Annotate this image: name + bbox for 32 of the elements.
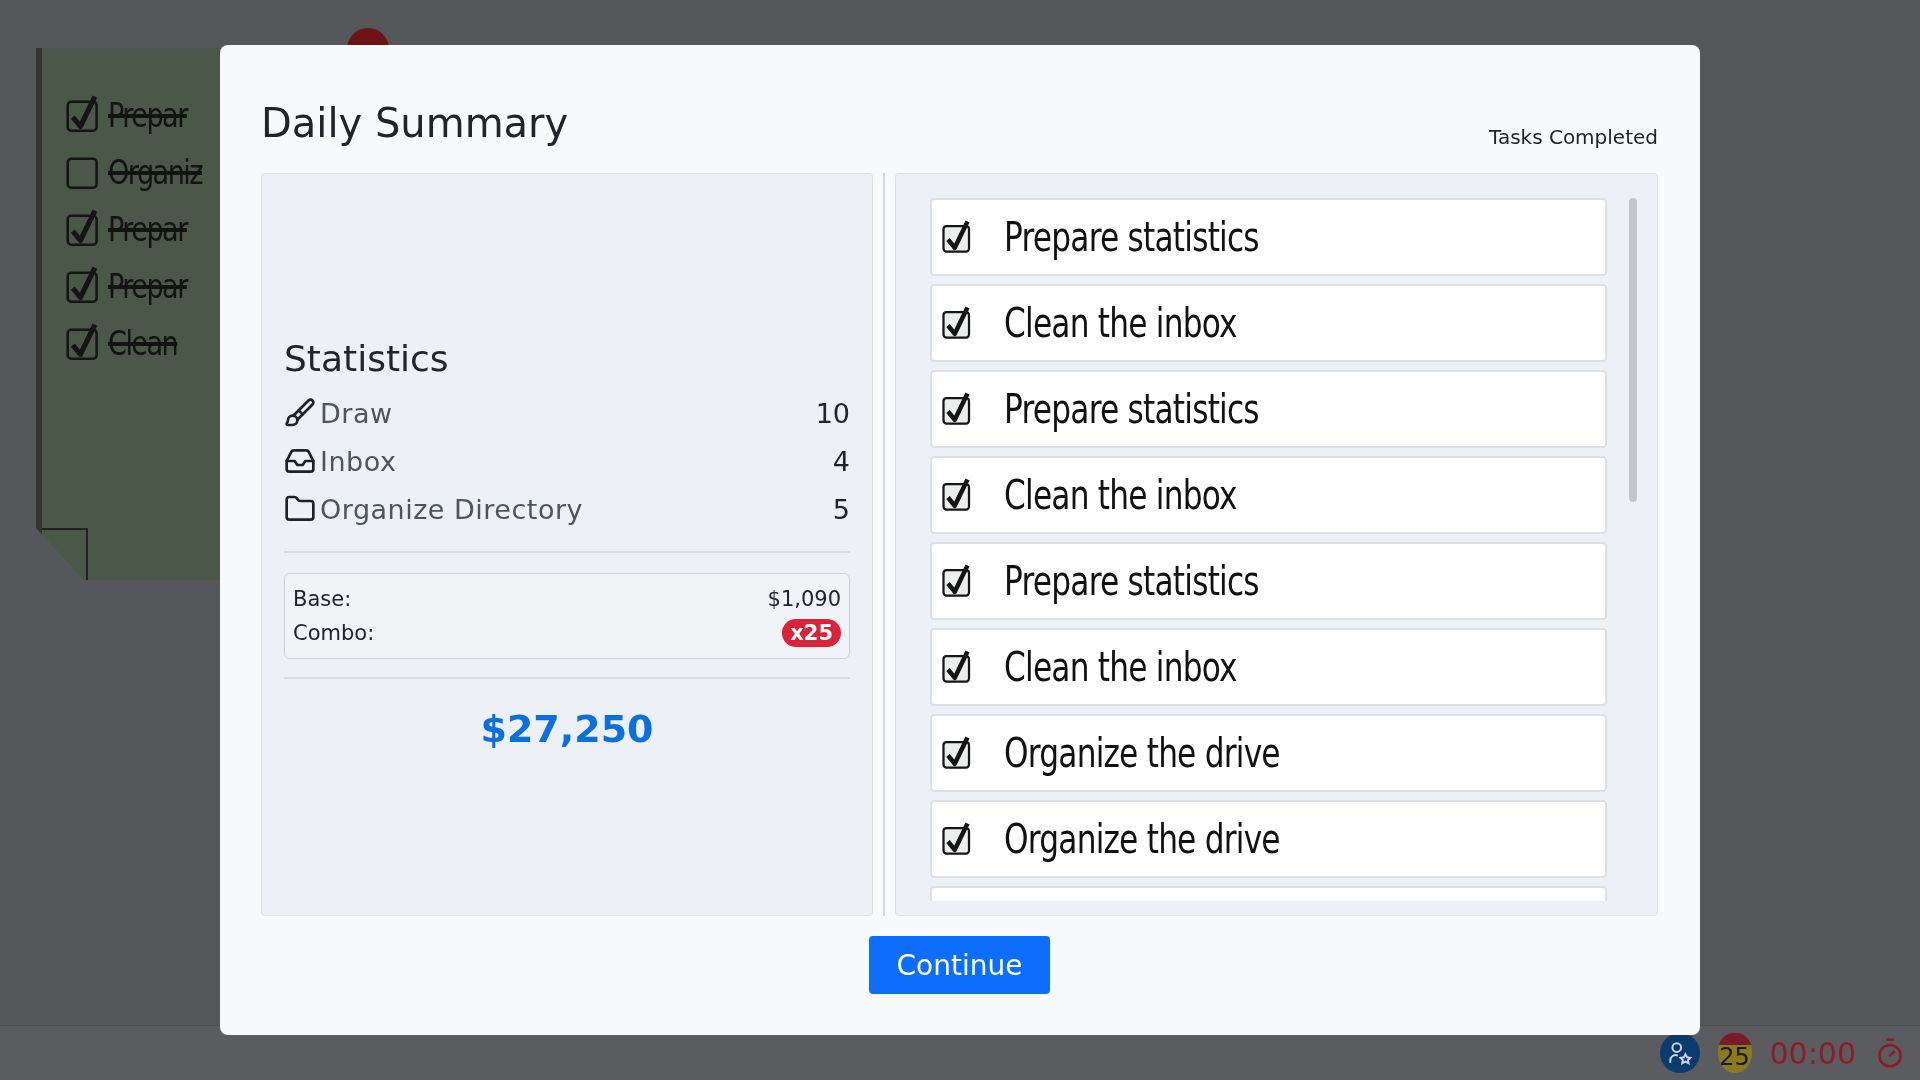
stat-label: Draw: [320, 397, 394, 429]
total-earnings: $27,250: [479, 707, 655, 751]
brush-icon: [284, 397, 316, 429]
task-text: Prepare statistics: [1004, 558, 1259, 604]
scrollbar-thumb[interactable]: [1629, 198, 1637, 502]
stat-label: Inbox: [320, 445, 398, 477]
combo-badge: 25: [1717, 1033, 1752, 1073]
dialog-title: Daily Summary: [261, 100, 569, 146]
task-text: Clean the inbox: [1004, 472, 1237, 518]
stat-value: 5: [832, 493, 850, 525]
note-item-text: Organiz: [108, 151, 202, 192]
combo-label: Combo:: [293, 621, 375, 645]
task-text: Organize the drive: [1004, 730, 1280, 776]
stat-value: 10: [815, 397, 850, 429]
stat-label: Organize Directory: [320, 493, 584, 525]
task-text: Clean the inbox: [1004, 644, 1237, 690]
task-text: Organize the drive: [1004, 816, 1280, 862]
continue-button[interactable]: Continue: [869, 936, 1050, 994]
task-text: Clean the inbox: [1004, 300, 1237, 346]
stat-value: 4: [832, 445, 850, 477]
note-item-text: Prepar: [108, 94, 187, 135]
task-text: Prepare statistics: [1004, 214, 1259, 260]
task-text: Prepare statistics: [1004, 386, 1259, 432]
note-item-text: Clean: [108, 322, 178, 363]
base-value: $1,090: [767, 587, 841, 611]
note-item-text: Prepar: [108, 265, 187, 306]
combo-multiplier: x25: [782, 619, 841, 647]
base-label: Base:: [293, 587, 352, 611]
tasks-heading: Tasks Completed: [1488, 125, 1658, 149]
timer: 00:00: [1769, 1035, 1856, 1071]
statistics-title: Statistics: [284, 338, 450, 379]
note-item-text: Prepar: [108, 208, 187, 249]
